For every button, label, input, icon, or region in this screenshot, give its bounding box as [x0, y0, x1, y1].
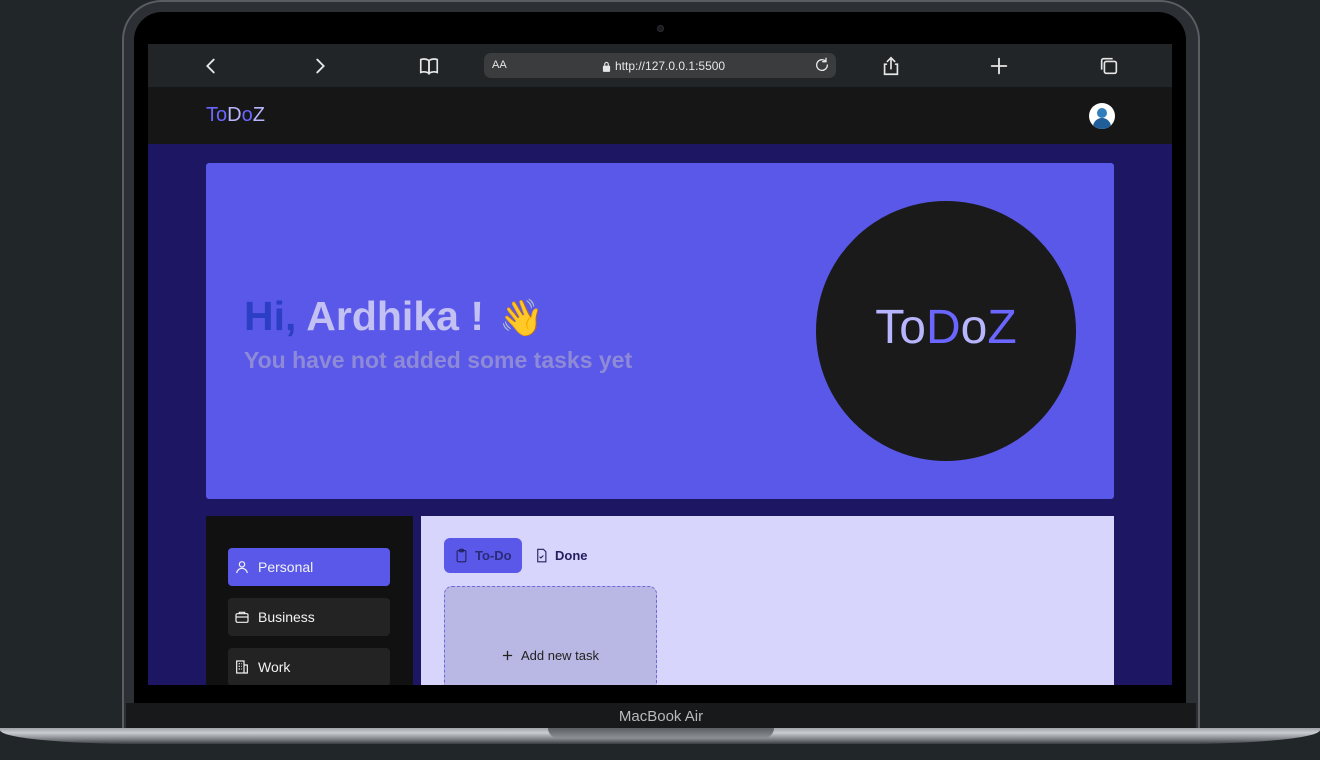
sidebar-item-business[interactable]: Business	[228, 598, 390, 636]
sidebar-item-work[interactable]: Work	[228, 648, 390, 685]
logo-part: Z	[252, 104, 265, 126]
tab-done[interactable]: Done	[524, 538, 598, 573]
greeting-hi: Hi,	[244, 293, 297, 339]
logo-part: D	[926, 301, 961, 354]
new-tab-icon[interactable]	[988, 55, 1010, 77]
user-avatar-icon[interactable]	[1089, 103, 1115, 129]
book-icon[interactable]	[418, 55, 440, 77]
tab-label: Done	[555, 548, 588, 563]
sidebar-item-label: Business	[258, 609, 315, 625]
sidebar-item-label: Personal	[258, 559, 314, 575]
chevron-right-icon[interactable]	[309, 55, 331, 77]
browser-toolbar: AA http://127.0.0.1:5500	[148, 44, 1172, 87]
clipboard-icon	[456, 548, 467, 563]
laptop-notch	[548, 728, 774, 738]
reload-icon[interactable]	[814, 57, 830, 73]
tab-todo[interactable]: To-Do	[444, 538, 522, 573]
building-icon	[236, 660, 248, 674]
sidebar-item-label: Work	[258, 659, 291, 675]
plus-icon	[502, 650, 513, 661]
reader-button[interactable]: AA	[492, 59, 507, 71]
category-sidebar: Personal Business Work	[206, 516, 413, 685]
screen: AA http://127.0.0.1:5500 ToDoZ Hi, Ardhi…	[148, 44, 1172, 685]
tasks-panel: To-Do Done Add new task	[421, 516, 1114, 685]
sidebar-item-personal[interactable]: Personal	[228, 548, 390, 586]
waving-hand-icon: 👋	[499, 297, 545, 338]
add-task-label: Add new task	[520, 648, 600, 663]
hero-banner: Hi, Ardhika ! 👋 You have not added some …	[206, 163, 1114, 499]
file-check-icon	[537, 548, 547, 563]
address-bar[interactable]: AA http://127.0.0.1:5500	[484, 53, 836, 78]
logo-part: To	[875, 301, 926, 354]
user-icon	[236, 561, 248, 574]
share-icon[interactable]	[880, 55, 902, 77]
add-task-card[interactable]: Add new task	[444, 586, 657, 685]
camera	[657, 25, 664, 32]
url-text: http://127.0.0.1:5500	[615, 59, 726, 73]
briefcase-icon	[235, 611, 249, 623]
chevron-left-icon[interactable]	[200, 55, 222, 77]
app-logo[interactable]: ToDoZ	[206, 104, 265, 127]
greeting-subtitle: You have not added some tasks yet	[244, 347, 633, 373]
tab-label: To-Do	[475, 548, 512, 563]
laptop-chin: MacBook Air	[126, 703, 1196, 729]
app-navbar: ToDoZ	[148, 87, 1172, 144]
logo-part: To	[206, 104, 228, 126]
logo-part: D	[227, 104, 242, 126]
logo-part: o	[960, 301, 988, 354]
greeting: Hi, Ardhika ! 👋	[244, 293, 544, 340]
lock-icon	[602, 61, 611, 72]
logo-part: o	[241, 104, 253, 126]
tabs-icon[interactable]	[1098, 55, 1120, 77]
device-label: MacBook Air	[618, 708, 704, 725]
hero-logo-circle: ToDoZ	[816, 201, 1076, 461]
greeting-name: Ardhika !	[306, 293, 484, 339]
hero-logo: ToDoZ	[816, 300, 1076, 355]
logo-part: Z	[987, 301, 1017, 354]
